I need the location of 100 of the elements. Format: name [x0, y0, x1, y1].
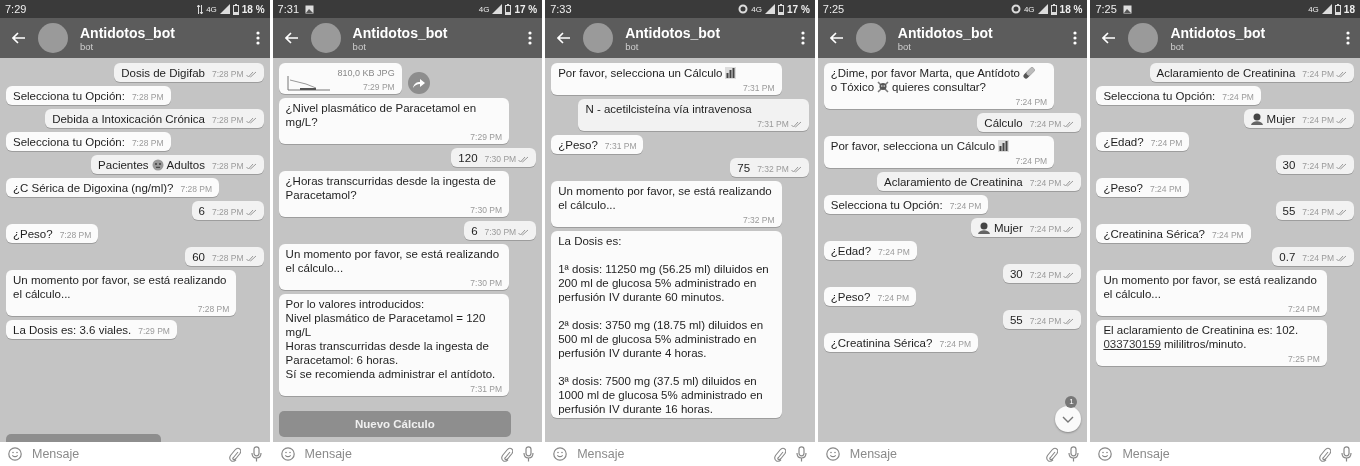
back-arrow-icon[interactable]	[829, 32, 844, 44]
message-time: 7:24 PM	[1029, 119, 1062, 129]
status-time: 7:25	[822, 3, 845, 15]
menu-icon[interactable]	[528, 31, 533, 45]
share-button[interactable]	[407, 72, 430, 94]
microphone-icon[interactable]	[523, 446, 535, 462]
message-text: ¿C Sérica de Digoxina (ng/ml)?	[13, 181, 174, 195]
message-time: 7:30 PM	[484, 154, 517, 164]
battery-icon	[232, 3, 239, 15]
message-time: 7:31 PM	[470, 384, 502, 394]
emoji-icon[interactable]	[825, 447, 840, 461]
battery-percent: 18	[1343, 3, 1355, 15]
message-time: 7:28 PM	[131, 92, 164, 102]
message-text: 55	[1009, 313, 1023, 327]
message-text: Aclaramiento de Creatinina	[884, 175, 1023, 189]
message-text: Selecciona tu Opción:	[830, 198, 943, 212]
message-time: 7:24 PM	[1222, 92, 1254, 102]
microphone-icon[interactable]	[1340, 446, 1352, 462]
scroll-down-button[interactable]	[1055, 406, 1082, 432]
double-check-icon	[1335, 70, 1347, 78]
back-arrow-icon[interactable]	[1102, 32, 1117, 44]
circle-icon	[1010, 4, 1021, 14]
double-check-icon	[1063, 271, 1075, 279]
paperclip-icon[interactable]	[1046, 446, 1059, 462]
message-text: Un momento por favor, se está realizando el cálculo...	[13, 273, 228, 301]
message-time: 7:31 PM	[742, 83, 775, 93]
message-text: ¿Horas transcurridas desde la ingesta de Paracetamol?	[285, 174, 497, 202]
menu-icon[interactable]	[255, 31, 260, 45]
message-text: La Dosis es: 1ª dosis: 11250 mg (56.25 ml) diluidos en 200 ml de glucosa 5% administrado en perfusión IV durante 60 minutos. 2ª dosis: 3750 mg (18.75 ml) diluidos en 500 ml de glucosa 5% administrado en perfusión IV durante 4 horas. 3ª dosis: 7500 mg (37.5 ml) diluidos en 1000 ml de glucosa 5% administrado en perfusión IV durante 16 horas.	[558, 234, 770, 416]
emoji-icon[interactable]	[8, 447, 22, 461]
message-field[interactable]: Mensaje	[1122, 447, 1309, 461]
battery-icon	[505, 3, 512, 15]
back-arrow-icon[interactable]	[284, 32, 299, 44]
emoji-icon[interactable]	[280, 447, 295, 461]
message-time: 7:24 PM	[1150, 138, 1183, 148]
file-message[interactable]: 810,0 KB JPG 7:29 PM	[278, 63, 402, 94]
message-time: 7:29 PM	[363, 82, 395, 92]
double-check-icon	[1335, 254, 1347, 262]
avatar[interactable]	[38, 23, 68, 53]
file-size: 810,0 KB JPG	[337, 67, 395, 80]
message-text: Aclaramiento de Creatinina	[1156, 66, 1296, 80]
paperclip-icon[interactable]	[773, 446, 786, 462]
avatar[interactable]	[1128, 23, 1159, 53]
menu-icon[interactable]	[1345, 31, 1350, 45]
message-time: 7:24 PM	[939, 339, 972, 349]
message-time: 7:24 PM	[1015, 156, 1048, 166]
chat-title: Antidotos_bot	[625, 24, 722, 41]
message-time: 7:24 PM	[1029, 270, 1062, 280]
paperclip-icon[interactable]	[1318, 446, 1331, 462]
network-type: 4G	[1308, 4, 1319, 14]
microphone-icon[interactable]	[1068, 446, 1080, 462]
menu-icon[interactable]	[800, 31, 805, 45]
avatar[interactable]	[310, 23, 341, 53]
status-time: 7:29	[5, 3, 27, 15]
keyboard-button[interactable]: Nuevo Cálculo	[278, 411, 512, 437]
menu-icon[interactable]	[1073, 31, 1078, 45]
message-text: 30	[1009, 267, 1023, 281]
message-field[interactable]: Mensaje	[32, 447, 219, 461]
back-arrow-icon[interactable]	[557, 32, 572, 44]
message-text: o Tóxico	[830, 80, 875, 94]
message-text: 102.	[1275, 323, 1299, 337]
emoji-icon[interactable]	[553, 447, 568, 461]
double-check-icon	[245, 116, 257, 124]
double-check-icon	[245, 70, 257, 78]
picture-icon	[305, 4, 314, 14]
double-check-icon	[518, 228, 530, 236]
microphone-icon[interactable]	[250, 446, 262, 462]
bar-chart-icon	[725, 67, 737, 79]
message-time: 7:30 PM	[470, 205, 502, 215]
double-check-icon	[1335, 116, 1347, 124]
paperclip-icon[interactable]	[501, 446, 514, 462]
signal-icon	[765, 4, 775, 14]
microphone-icon[interactable]	[795, 446, 807, 462]
avatar[interactable]	[583, 23, 614, 53]
network-type: 4G	[478, 4, 490, 14]
avatar[interactable]	[855, 23, 886, 53]
status-time: 7:31	[277, 3, 299, 15]
chat-title: Antidotos_bot	[897, 24, 994, 41]
signal-icon	[1321, 4, 1332, 14]
message-field[interactable]: Mensaje	[304, 447, 492, 461]
network-type: 4G	[206, 4, 217, 14]
message-text: ¿Peso?	[1103, 181, 1143, 195]
message-text: Adultos	[166, 158, 205, 172]
message-field[interactable]: Mensaje	[577, 447, 764, 461]
message-time: 7:25 PM	[1288, 354, 1320, 364]
emoji-icon[interactable]	[1098, 447, 1113, 461]
number-link[interactable]: 033730159	[1103, 337, 1161, 351]
face-emoji-icon	[151, 159, 164, 171]
message-time: 7:24 PM	[1302, 253, 1334, 263]
paperclip-icon[interactable]	[228, 446, 241, 462]
message-field[interactable]: Mensaje	[849, 447, 1037, 461]
battery-percent: 18 %	[241, 3, 265, 15]
back-arrow-icon[interactable]	[12, 32, 26, 44]
skull-icon	[877, 81, 890, 93]
message-time: 7:28 PM	[180, 184, 213, 194]
message-text: ¿Nivel plasmático de Paracetamol en mg/L?	[285, 101, 478, 129]
message-text: 6	[198, 204, 205, 218]
message-time: 7:24 PM	[878, 247, 910, 257]
chevron-down-icon	[1062, 415, 1075, 423]
message-time: 7:29 PM	[138, 326, 170, 336]
